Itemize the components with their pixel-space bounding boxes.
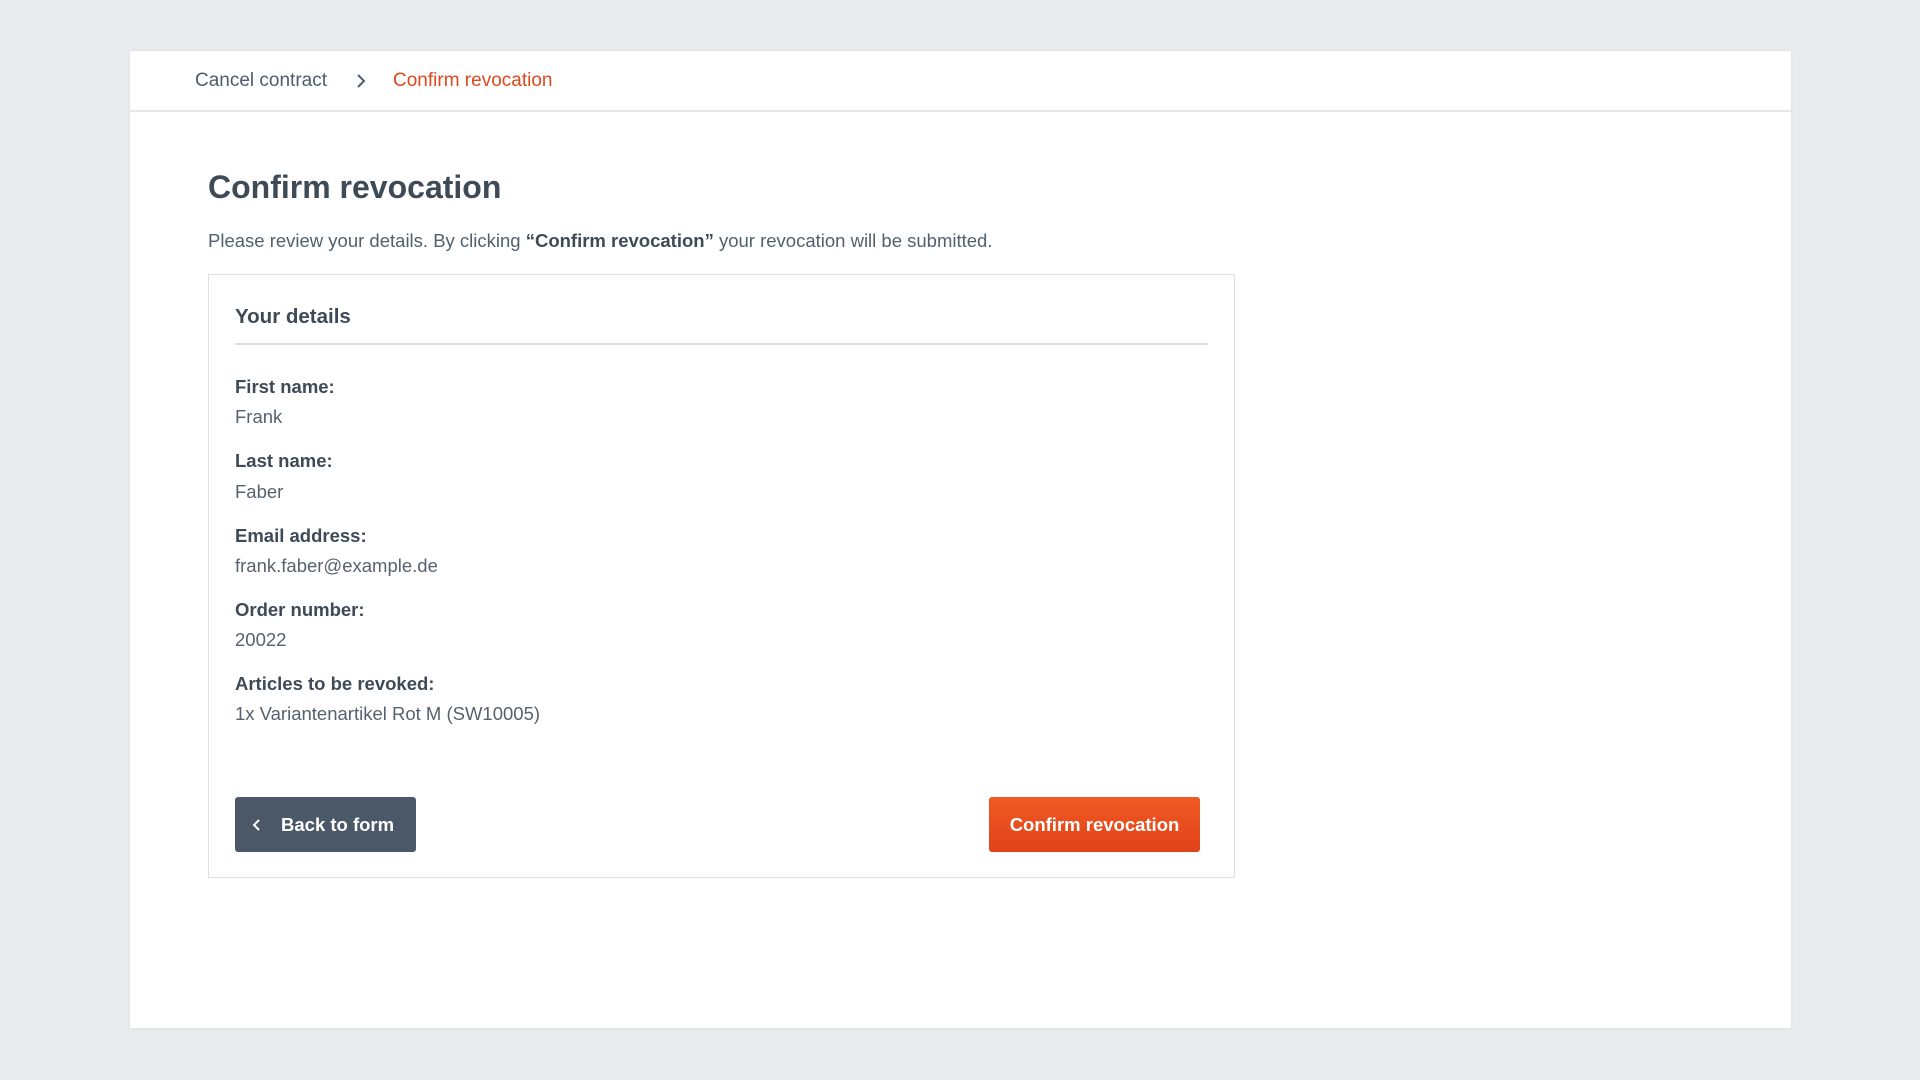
- chevron-right-icon: [357, 73, 366, 88]
- intro-text: Please review your details. By clicking …: [208, 230, 1791, 252]
- field-value: 1x Variantenartikel Rot M (SW10005): [235, 702, 541, 724]
- field-last-name: Last name: Faber: [235, 449, 1208, 503]
- field-value: frank.faber@example.de: [235, 554, 438, 576]
- details-card-title: Your details: [235, 305, 1208, 346]
- confirm-revocation-button[interactable]: Confirm revocation: [989, 797, 1200, 853]
- breadcrumb-item-confirm-revocation[interactable]: Confirm revocation: [393, 70, 552, 92]
- intro-text-before: Please review your details. By clicking: [208, 230, 526, 252]
- field-value: Faber: [235, 480, 284, 502]
- details-list: First name: Frank Last name: Faber Email…: [235, 375, 1208, 725]
- field-label: First name:: [235, 376, 335, 398]
- main-content: Confirm revocation Please review your de…: [130, 112, 1791, 879]
- breadcrumb-item-cancel-contract[interactable]: Cancel contract: [195, 70, 327, 92]
- breadcrumb: Cancel contract Confirm revocation: [130, 51, 1791, 112]
- form-actions: Back to form Confirm revocation: [235, 797, 1200, 853]
- back-to-form-label: Back to form: [281, 813, 395, 835]
- field-order-number: Order number: 20022: [235, 598, 1208, 652]
- field-value: Frank: [235, 406, 283, 428]
- field-label: Email address:: [235, 524, 367, 546]
- page-title: Confirm revocation: [208, 169, 502, 205]
- back-to-form-button[interactable]: Back to form: [235, 797, 416, 853]
- chevron-left-icon: [252, 819, 260, 831]
- field-articles-to-be-revoked: Articles to be revoked: 1x Variantenarti…: [235, 672, 1208, 726]
- intro-text-after: your revocation will be submitted.: [713, 230, 993, 252]
- field-label: Last name:: [235, 450, 333, 472]
- intro-text-emphasis: “Confirm revocation”: [525, 230, 714, 252]
- field-email-address: Email address: frank.faber@example.de: [235, 524, 1208, 578]
- details-card: Your details First name: Frank Last name…: [208, 274, 1235, 879]
- field-label: Articles to be revoked:: [235, 672, 435, 694]
- page-container: Cancel contract Confirm revocation Confi…: [130, 51, 1791, 1028]
- field-first-name: First name: Frank: [235, 375, 1208, 429]
- field-label: Order number:: [235, 598, 365, 620]
- field-value: 20022: [235, 628, 287, 650]
